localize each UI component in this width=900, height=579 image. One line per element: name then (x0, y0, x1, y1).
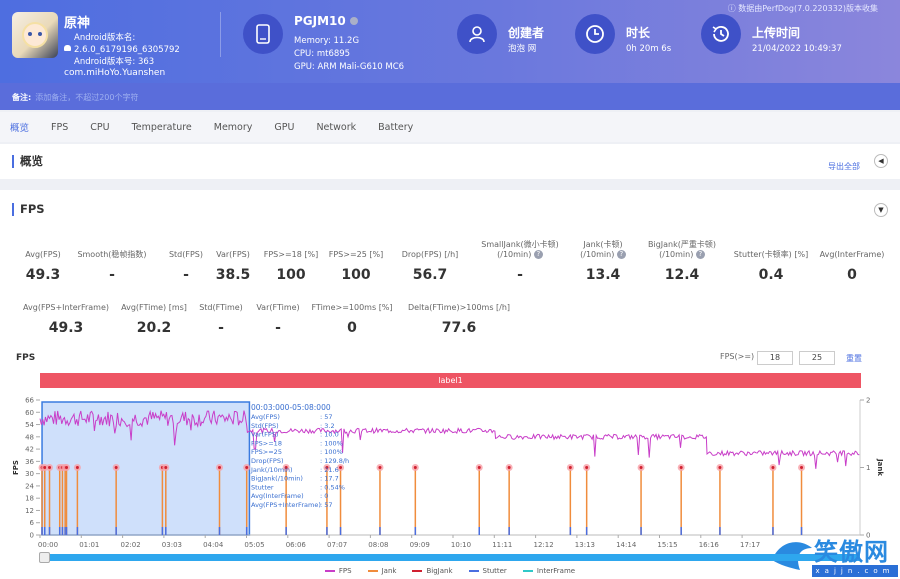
history-icon (701, 14, 741, 54)
legend-label: InterFrame (536, 567, 576, 575)
version-code-label: Android版本号: (74, 57, 136, 67)
metric-value: 77.6 (441, 320, 477, 336)
tab-temperature[interactable]: Temperature (132, 122, 192, 133)
metric-row2: FTime>=100ms [%] 0 (292, 303, 412, 336)
device-memory: Memory: 11.2G (294, 36, 360, 46)
tab-battery[interactable]: Battery (378, 122, 413, 133)
app-icon (12, 12, 58, 58)
reset-link[interactable]: 重置 (846, 353, 862, 364)
metric-value: 0 (847, 267, 857, 283)
legend-item-jank[interactable]: Jank (367, 567, 397, 575)
export-all-link[interactable]: 导出全部 (828, 161, 860, 172)
tab-gpu[interactable]: GPU (274, 122, 294, 133)
user-icon (457, 14, 497, 54)
collect-note: ⓘ 数据由PerfDog(7.0.220332)版本收集 (727, 4, 878, 13)
header-divider (220, 12, 221, 57)
legend-item-bigjank[interactable]: BigJank (412, 567, 453, 575)
version-code: 363 (137, 57, 155, 67)
metric-label: BigJank(严重卡顿) (648, 240, 716, 249)
metric-row1: Avg(InterFrame) 0 (792, 250, 900, 283)
legend-label: FPS (338, 567, 352, 575)
overview-title: 概览 (12, 155, 43, 168)
app-version-info: Android版本名: 2.6.0_6179196_6305792 Androi… (74, 32, 180, 68)
legend-item-fps[interactable]: FPS (324, 567, 352, 575)
upload-title: 上传时间 (752, 26, 801, 40)
remark-input[interactable]: 添加备注，不超过200个字符 (35, 93, 138, 102)
label-bar[interactable]: label1 (40, 373, 861, 388)
watermark-text: 笑傲网 (814, 538, 889, 566)
scrollbar-handle[interactable] (39, 552, 50, 563)
collapse-down-button[interactable]: ▼ (874, 203, 888, 217)
help-icon[interactable]: ? (533, 250, 543, 259)
watermark-sub: xajjn.com (812, 565, 898, 577)
fps-section-title: FPS (12, 203, 45, 216)
tab-network[interactable]: Network (316, 122, 356, 133)
metric-value: 0 (347, 320, 357, 336)
creator-title: 创建者 (508, 26, 545, 40)
device-specs: Memory: 11.2G CPU: mt6895 GPU: ARM Mali-… (294, 35, 404, 74)
remark-bar: 备注: 添加备注，不超过200个字符 (0, 83, 900, 110)
metric-label: FTime>=100ms [%] (311, 303, 393, 312)
upload-value: 21/04/2022 10:49:37 (752, 44, 842, 54)
timeline-scrollbar[interactable] (40, 554, 860, 561)
creator-value: 泡泡 网 (508, 44, 537, 54)
legend-item-stutter[interactable]: Stutter (468, 567, 507, 575)
version-name: 2.6.0_6179196_6305792 (74, 45, 180, 55)
version-code-line: Android版本号: 363 (74, 56, 180, 68)
chart-title: FPS (16, 353, 36, 363)
legend-swatch (324, 570, 335, 572)
metric-label: Avg(InterFrame) (819, 250, 885, 259)
tab-fps[interactable]: FPS (51, 122, 68, 133)
clock-icon (575, 14, 615, 54)
legend-label: BigJank (426, 567, 453, 575)
legend-label: Stutter (482, 567, 507, 575)
legend-swatch (468, 570, 479, 572)
version-name-label: Android版本名: (74, 33, 136, 43)
legend-item-interframe[interactable]: InterFrame (522, 567, 576, 575)
duration-title: 时长 (626, 26, 651, 40)
collapse-left-button[interactable]: ◀ (874, 154, 888, 168)
tab-memory[interactable]: Memory (214, 122, 253, 133)
legend-swatch (522, 570, 533, 572)
package-name: com.miHoYo.Yuanshen (64, 68, 166, 78)
chart-legend: FPS Jank BigJank Stutter InterFrame (0, 567, 900, 575)
metric-label: Delta(FTime)>100ms [/h] (407, 303, 511, 312)
device-name: PGJM10 (294, 14, 358, 28)
device-gpu: GPU: ARM Mali-G610 MC6 (294, 62, 405, 72)
duration-value: 0h 20m 6s (626, 44, 672, 54)
legend-swatch (412, 570, 423, 572)
legend-swatch (367, 570, 378, 572)
tab-cpu[interactable]: CPU (90, 122, 109, 133)
info-icon[interactable] (349, 17, 358, 25)
fps-threshold-1-input[interactable]: 18 (757, 351, 793, 365)
tab-overview[interactable]: 概览 (10, 120, 29, 134)
app-name: 原神 (64, 16, 91, 31)
android-icon (64, 45, 71, 51)
overview-section: 概览 导出全部 ◀ (0, 144, 900, 179)
legend-label: Jank (381, 567, 397, 575)
tab-bar: 概览 FPS CPU Temperature Memory GPU Networ… (0, 112, 900, 142)
report-header: 原神 Android版本名: 2.6.0_6179196_6305792 And… (0, 0, 900, 110)
fps-threshold-2-input[interactable]: 25 (799, 351, 835, 365)
fps-threshold-label: FPS(>=) (720, 352, 755, 361)
metric-row2: Delta(FTime)>100ms [/h] 77.6 (399, 303, 519, 336)
device-cpu: CPU: mt6895 (294, 49, 351, 59)
help-icon[interactable]: ? (695, 250, 705, 259)
tablet-icon (243, 14, 283, 54)
remark-label: 备注: (12, 93, 32, 102)
